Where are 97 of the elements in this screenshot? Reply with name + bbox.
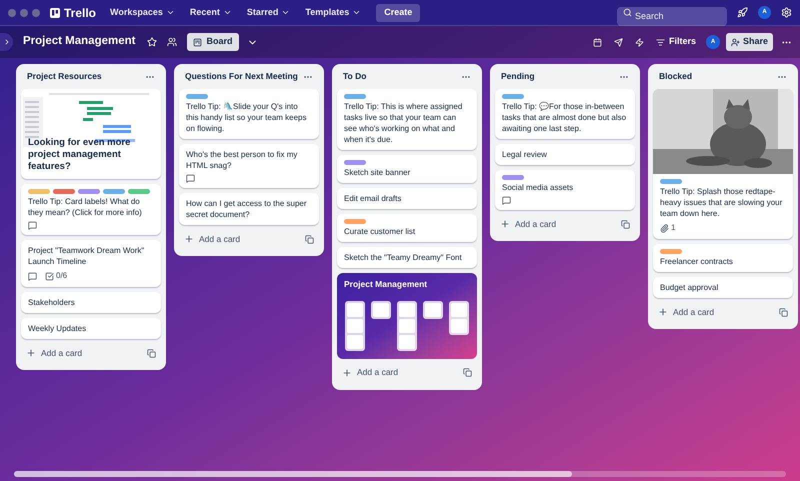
card-title: Trello Tip: This is where assigned tasks live so that your team can see who's working on what and when it's due. xyxy=(344,101,464,145)
attachment-icon xyxy=(660,224,669,232)
attachment-count: 1 xyxy=(671,222,676,234)
template-icon[interactable] xyxy=(305,234,314,244)
list-title: Pending xyxy=(501,70,535,83)
card-title: Who's the best person to fix my HTML snag? xyxy=(186,149,298,171)
card-label[interactable] xyxy=(78,189,100,194)
card-title: Budget approval xyxy=(660,282,720,293)
menu-dropdown[interactable]: Templates xyxy=(305,6,362,20)
board-title[interactable]: Project Management xyxy=(23,33,136,51)
card-title: Project "Teamwork Dream Work" Launch Timeline xyxy=(28,245,146,267)
add-person-icon xyxy=(730,38,740,46)
rocket-icon[interactable] xyxy=(737,7,748,18)
app-name[interactable]: Trello xyxy=(64,4,96,22)
card-title: Edit email drafts xyxy=(344,193,402,204)
card[interactable]: Edit email drafts xyxy=(337,188,477,209)
create-button[interactable]: Create xyxy=(376,4,420,22)
card-title: Legal review xyxy=(502,149,548,160)
card-title: Trello Tip: 💬For those in-between tasks that are almost done but also awaiting one last step. xyxy=(502,101,628,134)
plus-icon xyxy=(658,307,668,317)
card[interactable]: Social media assets xyxy=(495,170,635,210)
card[interactable]: Budget approval xyxy=(653,277,793,298)
add-card-button[interactable]: Add a card xyxy=(184,232,240,246)
card-label[interactable] xyxy=(502,175,524,180)
chevron-down-icon xyxy=(352,8,362,17)
card-title: Sketch the "Teamy Dreamy" Font xyxy=(344,252,463,263)
sidebar-toggle[interactable] xyxy=(0,33,13,51)
template-icon[interactable] xyxy=(463,368,472,378)
card[interactable]: Curate customer list xyxy=(337,214,477,242)
card-title: Looking for even more project management features? xyxy=(27,137,132,174)
card[interactable]: How can I get access to the super secret document? xyxy=(179,193,319,225)
settings-icon[interactable] xyxy=(781,7,792,18)
share-button[interactable]: Share xyxy=(726,33,773,51)
card[interactable]: Trello Tip: 🛝Slide your Q's into this handy list so your team keeps on flowing. xyxy=(179,89,319,139)
filter-icon xyxy=(656,38,665,46)
plus-icon xyxy=(184,234,194,244)
chevron-down-icon xyxy=(166,8,175,17)
checklist-count: 0/6 xyxy=(56,270,68,282)
plus-icon xyxy=(500,219,510,229)
plus-icon xyxy=(342,368,352,378)
card[interactable]: Looking for even more project management features? xyxy=(21,89,161,179)
calendar-icon[interactable] xyxy=(592,38,602,46)
card-title: Freelancer contracts xyxy=(660,256,734,267)
card-label[interactable] xyxy=(344,160,366,165)
card-title: Curate customer list xyxy=(344,226,416,237)
board-icon xyxy=(193,38,202,46)
send-icon[interactable] xyxy=(614,38,623,46)
card[interactable]: Stakeholders xyxy=(21,292,161,313)
card[interactable]: Sketch the "Teamy Dreamy" Font xyxy=(337,247,477,268)
card[interactable]: Sketch site banner xyxy=(337,155,477,183)
plus-icon xyxy=(26,348,36,358)
bolt-icon[interactable] xyxy=(634,38,644,46)
card-title: Trello Tip: Card labels! What do they mean? (Click for more info) xyxy=(28,196,143,218)
star-icon[interactable] xyxy=(147,37,158,47)
menu-dropdown[interactable]: Starred xyxy=(246,6,290,20)
card[interactable]: Project "Teamwork Dream Work" Launch Timeline 0/6 xyxy=(21,240,161,287)
card[interactable]: Trello Tip: 💬For those in-between tasks that are almost done but also awaiting one last step. xyxy=(495,89,635,139)
card[interactable]: Who's the best person to fix my HTML snag? xyxy=(179,144,319,188)
add-card-button[interactable]: Add a card xyxy=(342,366,398,380)
checklist-icon xyxy=(45,272,54,280)
horizontal-scrollbar[interactable] xyxy=(14,471,786,477)
template-card[interactable]: Project Management xyxy=(337,273,477,359)
card-title: Sketch site banner xyxy=(344,167,412,178)
add-card-button[interactable]: Add a card xyxy=(658,306,714,318)
card-title: Project Management xyxy=(343,278,428,291)
chevron-down-icon xyxy=(281,8,290,17)
menu-dropdown[interactable]: Workspaces xyxy=(110,6,175,20)
card[interactable]: Freelancer contracts xyxy=(653,244,793,272)
card-title: Weekly Updates xyxy=(28,323,88,334)
template-icon[interactable] xyxy=(779,308,788,316)
template-icon[interactable] xyxy=(621,220,630,228)
card[interactable]: Trello Tip: Card labels! What do they mean? (Click for more info) xyxy=(21,184,161,235)
menu-dropdown[interactable]: Recent xyxy=(190,6,232,20)
list-title: Blocked xyxy=(659,70,692,83)
card-title: How can I get access to the super secret document? xyxy=(186,198,308,220)
card[interactable]: Trello Tip: This is where assigned tasks live so that your team can see who's working on what and when it's due. xyxy=(337,89,477,150)
chevron-down-icon xyxy=(222,8,232,17)
card-title: Trello Tip: Splash those redtape-heavy issues that are slowing your team down here. xyxy=(660,186,784,219)
card-label[interactable] xyxy=(53,189,75,194)
card-title: Social media assets xyxy=(502,182,574,193)
scrollbar-thumb[interactable] xyxy=(14,471,572,477)
people-icon[interactable] xyxy=(167,37,178,47)
card[interactable]: Weekly Updates xyxy=(21,318,161,339)
add-card-button[interactable]: Add a card xyxy=(500,218,556,230)
card[interactable]: Legal review xyxy=(495,144,635,165)
logo-icon xyxy=(50,8,60,18)
list-title: To Do xyxy=(343,70,366,83)
list-title: Project Resources xyxy=(27,70,102,83)
card-title: Stakeholders xyxy=(28,297,76,308)
template-icon[interactable] xyxy=(147,348,156,358)
filters-button[interactable]: Filters xyxy=(656,35,696,49)
board-view-button[interactable]: Board xyxy=(187,33,238,51)
card-title: Trello Tip: 🛝Slide your Q's into this handy list so your team keeps on flowing. xyxy=(186,101,308,134)
add-card-button[interactable]: Add a card xyxy=(26,346,82,360)
search-icon xyxy=(623,8,632,17)
list-title: Questions For Next Meeting xyxy=(185,70,298,83)
card[interactable]: Trello Tip: Splash those redtape-heavy issues that are slowing your team down here. 1 xyxy=(653,89,793,239)
